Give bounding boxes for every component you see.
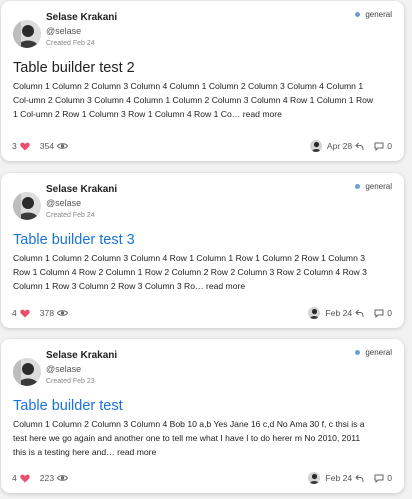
author-name[interactable]: Selase Krakani	[46, 184, 117, 195]
reply-icon	[355, 474, 364, 483]
category-label: general	[365, 348, 392, 357]
topic-footer: 3 354 Apr 28 0	[12, 139, 392, 153]
category-label: general	[365, 10, 392, 19]
reply-count: 0	[387, 308, 392, 318]
author-handle[interactable]: @selase	[46, 198, 81, 208]
excerpt-text: Column 1 Column 2 Column 3 Column 4 Row …	[13, 253, 367, 291]
category-dot-icon	[355, 184, 361, 189]
topic-title[interactable]: Table builder test 3	[13, 232, 135, 248]
category-dot-icon	[355, 350, 361, 355]
comment-icon	[374, 309, 384, 318]
heart-icon[interactable]	[20, 142, 30, 151]
author-handle[interactable]: @selase	[46, 26, 81, 36]
reply-icon	[355, 309, 364, 318]
read-more-link[interactable]: read more	[117, 447, 156, 457]
author-avatar[interactable]	[13, 192, 41, 220]
author-avatar[interactable]	[13, 358, 41, 386]
comment-icon	[374, 474, 384, 483]
like-count: 4	[12, 308, 17, 318]
last-poster-avatar[interactable]	[308, 307, 321, 319]
topic-footer: 4 223 Feb 24 0	[12, 471, 392, 485]
topic-excerpt: Column 1 Column 2 Column 3 Column 4 Row …	[13, 251, 375, 293]
excerpt-text: Column 1 Column 2 Column 3 Column 4 Colu…	[13, 81, 374, 119]
heart-icon[interactable]	[20, 309, 30, 318]
created-date: Created Feb 24	[46, 40, 95, 47]
activity-date[interactable]: Feb 24	[325, 308, 352, 318]
like-count: 4	[12, 473, 17, 483]
reply-count: 0	[387, 473, 392, 483]
view-count: 223	[39, 473, 55, 483]
topic-excerpt: Column 1 Column 2 Column 3 Column 4 Bob …	[13, 417, 375, 459]
topic-card[interactable]: Selase Krakani @selase Created Feb 24 ge…	[1, 1, 404, 161]
topic-excerpt: Column 1 Column 2 Column 3 Column 4 Colu…	[13, 79, 375, 121]
topic-title[interactable]: Table builder test	[13, 398, 123, 414]
created-date: Created Feb 23	[46, 378, 95, 385]
category-dot-icon	[355, 12, 361, 17]
topic-card[interactable]: Selase Krakani @selase Created Feb 24 ge…	[1, 173, 404, 328]
author-name[interactable]: Selase Krakani	[46, 350, 117, 361]
last-poster-avatar[interactable]	[308, 472, 321, 484]
reply-count: 0	[387, 141, 392, 151]
eye-icon	[57, 309, 69, 317]
reply-icon	[355, 142, 364, 151]
category-label: general	[365, 182, 392, 191]
topic-card[interactable]: Selase Krakani @selase Created Feb 23 ge…	[1, 339, 404, 493]
author-avatar[interactable]	[13, 20, 41, 48]
like-count: 3	[12, 141, 17, 151]
view-count: 378	[39, 308, 55, 318]
activity-date[interactable]: Apr 28	[327, 141, 352, 151]
category-badge[interactable]: general	[355, 348, 392, 357]
last-poster-avatar[interactable]	[309, 140, 322, 152]
view-count: 354	[39, 141, 55, 151]
excerpt-text: Column 1 Column 2 Column 3 Column 4 Bob …	[13, 419, 365, 457]
category-badge[interactable]: general	[355, 10, 392, 19]
activity-date[interactable]: Feb 24	[325, 473, 352, 483]
author-name[interactable]: Selase Krakani	[46, 12, 117, 23]
eye-icon	[57, 142, 69, 150]
topic-title[interactable]: Table builder test 2	[13, 60, 135, 76]
author-handle[interactable]: @selase	[46, 364, 81, 374]
category-badge[interactable]: general	[355, 182, 392, 191]
read-more-link[interactable]: read more	[243, 109, 282, 119]
created-date: Created Feb 24	[46, 212, 95, 219]
heart-icon[interactable]	[20, 474, 30, 483]
comment-icon	[374, 142, 384, 151]
eye-icon	[57, 474, 69, 482]
read-more-link[interactable]: read more	[206, 281, 245, 291]
topic-footer: 4 378 Feb 24 0	[12, 306, 392, 320]
